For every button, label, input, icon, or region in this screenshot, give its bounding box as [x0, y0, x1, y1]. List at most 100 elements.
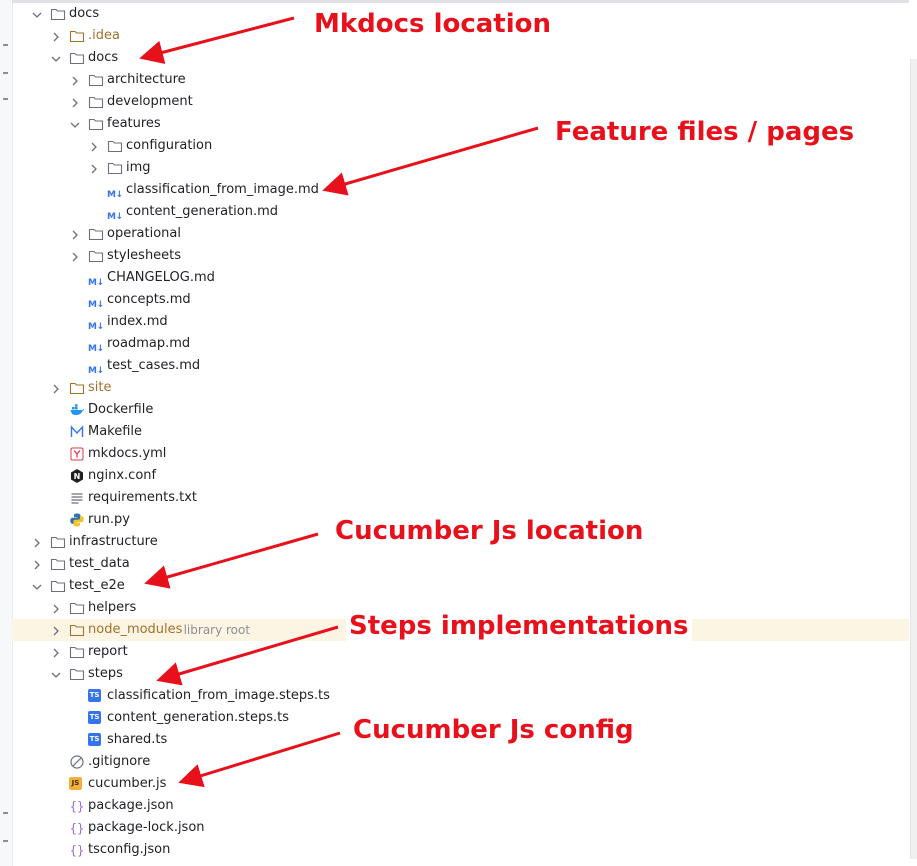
chevron-right-icon[interactable]	[49, 623, 63, 637]
chevron-right-icon[interactable]	[49, 381, 63, 395]
json-icon: {}	[69, 842, 85, 858]
tree-item-label: content_generation.md	[126, 204, 279, 219]
tree-file-row[interactable]: M↓ concepts.md	[12, 289, 909, 311]
tree-folder-row[interactable]: stylesheets	[12, 245, 909, 267]
chevron-down-icon[interactable]	[49, 667, 63, 681]
tree-file-row[interactable]: {} tsconfig.json	[12, 839, 909, 861]
tree-folder-row[interactable]: steps	[12, 663, 909, 685]
tree-item-label: mkdocs.yml	[88, 446, 167, 461]
chevron-down-icon[interactable]	[49, 51, 63, 65]
folder-icon	[50, 556, 66, 572]
chevron-right-icon[interactable]	[68, 227, 82, 241]
tree-file-row[interactable]: M↓ CHANGELOG.md	[12, 267, 909, 289]
tree-item-label: .idea	[88, 28, 120, 43]
json-icon: {}	[69, 798, 85, 814]
tree-file-row[interactable]: {} package.json	[12, 795, 909, 817]
tree-folder-row[interactable]: test_e2e	[12, 575, 909, 597]
tree-folder-row[interactable]: img	[12, 157, 909, 179]
annotation-cucumber-config: Cucumber Js config	[350, 714, 637, 746]
markdown-icon: M↓	[88, 300, 104, 310]
tree-item-label: infrastructure	[69, 534, 158, 549]
tree-item-label: concepts.md	[107, 292, 191, 307]
folder-icon	[88, 226, 104, 242]
folder-icon	[69, 666, 85, 682]
tree-file-row[interactable]: mkdocs.yml	[12, 443, 909, 465]
folder-icon	[69, 50, 85, 66]
tree-file-row[interactable]: TS classification_from_image.steps.ts	[12, 685, 909, 707]
chevron-right-icon[interactable]	[87, 139, 101, 153]
chevron-right-icon[interactable]	[30, 557, 44, 571]
docker-icon	[69, 402, 85, 418]
folder-icon	[50, 578, 66, 594]
yaml-icon	[69, 446, 85, 462]
tree-item-label: shared.ts	[107, 732, 168, 747]
chevron-down-icon[interactable]	[30, 579, 44, 593]
tree-file-row[interactable]: .gitignore	[12, 751, 909, 773]
typescript-icon: TS	[88, 711, 101, 724]
tree-item-label: helpers	[88, 600, 137, 615]
svg-text:N: N	[74, 472, 81, 481]
annotation-cucumber-location: Cucumber Js location	[332, 515, 647, 547]
chevron-down-icon[interactable]	[68, 117, 82, 131]
tree-item-label: test_data	[69, 556, 130, 571]
vertical-scrollbar[interactable]	[909, 3, 917, 866]
tree-item-label: docs	[69, 6, 100, 21]
folder-icon	[69, 380, 85, 396]
chevron-right-icon[interactable]	[68, 95, 82, 109]
typescript-icon: TS	[88, 733, 101, 746]
tree-file-row[interactable]: Makefile	[12, 421, 909, 443]
tree-item-label: operational	[107, 226, 181, 241]
tree-item-label: docs	[88, 50, 119, 65]
chevron-right-icon[interactable]	[49, 601, 63, 615]
folder-icon	[50, 534, 66, 550]
annotation-mkdocs-location: Mkdocs location	[311, 8, 555, 40]
tree-folder-row[interactable]: operational	[12, 223, 909, 245]
tree-folder-row[interactable]: report	[12, 641, 909, 663]
chevron-right-icon[interactable]	[68, 73, 82, 87]
gutter-mark	[3, 72, 8, 74]
tree-folder-row[interactable]: development	[12, 91, 909, 113]
svg-text:{}: {}	[70, 800, 84, 814]
folder-icon	[69, 622, 85, 638]
tree-item-label: requirements.txt	[88, 490, 198, 505]
tree-folder-row[interactable]: test_data	[12, 553, 909, 575]
tree-item-label: tsconfig.json	[88, 842, 171, 857]
folder-icon	[50, 6, 66, 22]
tree-file-row[interactable]: M↓ roadmap.md	[12, 333, 909, 355]
folder-icon	[88, 72, 104, 88]
chevron-right-icon[interactable]	[87, 161, 101, 175]
tree-file-row[interactable]: {} package-lock.json	[12, 817, 909, 839]
tree-item-label: classification_from_image.md	[126, 182, 319, 197]
chevron-down-icon[interactable]	[30, 7, 44, 21]
chevron-right-icon[interactable]	[30, 535, 44, 549]
gutter-mark	[3, 812, 8, 814]
tree-item-label: .gitignore	[88, 754, 151, 769]
tree-item-label: steps	[88, 666, 123, 681]
tree-item-label: test_e2e	[69, 578, 125, 593]
svg-text:{}: {}	[70, 844, 84, 858]
gitignore-icon	[69, 754, 85, 770]
tree-file-row[interactable]: M↓ test_cases.md	[12, 355, 909, 377]
chevron-right-icon[interactable]	[49, 29, 63, 43]
chevron-right-icon[interactable]	[49, 645, 63, 659]
folder-icon	[69, 28, 85, 44]
tree-file-row[interactable]: M↓ classification_from_image.md	[12, 179, 909, 201]
markdown-icon: M↓	[107, 190, 123, 200]
markdown-icon: M↓	[88, 366, 104, 376]
tree-file-row[interactable]: JS cucumber.js	[12, 773, 909, 795]
tree-item-label: architecture	[107, 72, 186, 87]
tree-item-label: content_generation.steps.ts	[107, 710, 289, 725]
tree-item-label: configuration	[126, 138, 213, 153]
chevron-right-icon[interactable]	[68, 249, 82, 263]
tree-file-row[interactable]: Nnginx.conf	[12, 465, 909, 487]
tree-file-row[interactable]: M↓ content_generation.md	[12, 201, 909, 223]
tree-file-row[interactable]: Dockerfile	[12, 399, 909, 421]
tree-folder-row[interactable]: site	[12, 377, 909, 399]
tree-folder-row[interactable]: architecture	[12, 69, 909, 91]
annotation-feature-files: Feature files / pages	[552, 116, 858, 148]
tree-folder-row[interactable]: docs	[12, 47, 909, 69]
scrollbar-thumb[interactable]	[910, 59, 917, 859]
tree-file-row[interactable]: M↓ index.md	[12, 311, 909, 333]
gutter-mark	[3, 44, 8, 46]
tree-file-row[interactable]: requirements.txt	[12, 487, 909, 509]
